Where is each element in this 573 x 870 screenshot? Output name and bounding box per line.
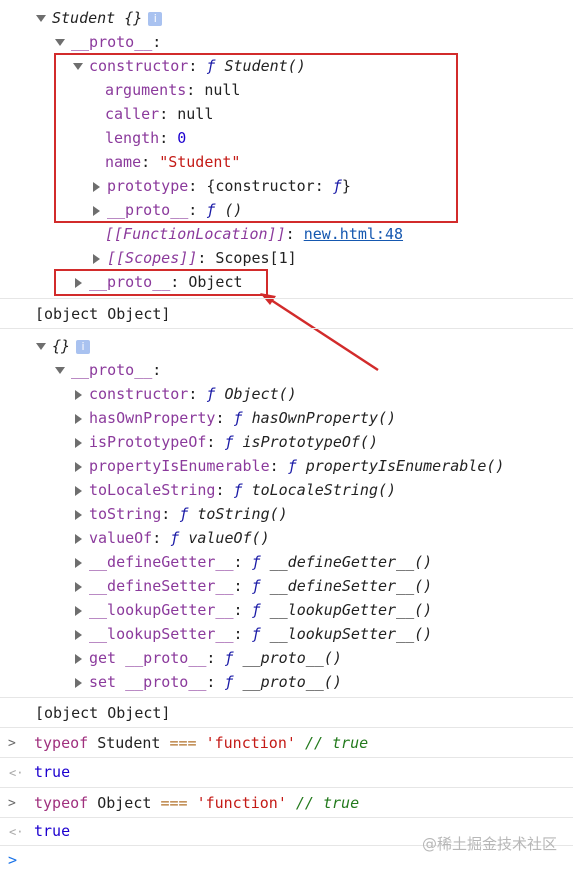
proto-member-row[interactable]: constructor: ƒ Object() bbox=[73, 382, 297, 406]
object-root-row[interactable]: {} i bbox=[36, 334, 91, 358]
expand-right-icon[interactable] bbox=[75, 413, 82, 424]
function-glyph: ƒ bbox=[251, 577, 261, 595]
member-value: hasOwnProperty() bbox=[251, 409, 397, 427]
member-key: get __proto__ bbox=[89, 649, 207, 667]
log-output-1: [object Object] bbox=[35, 305, 171, 323]
function-glyph: ƒ bbox=[251, 553, 261, 571]
expand-right-icon[interactable] bbox=[75, 461, 82, 472]
member-key: __defineSetter__ bbox=[89, 577, 234, 595]
proto-row-2[interactable]: __proto__: bbox=[55, 358, 161, 382]
function-glyph: ƒ bbox=[233, 481, 243, 499]
member-key: toLocaleString bbox=[89, 481, 216, 499]
member-key: constructor bbox=[89, 385, 189, 403]
proto-member-row[interactable]: __lookupSetter__: ƒ __lookupSetter__() bbox=[73, 622, 432, 646]
function-glyph: ƒ bbox=[206, 385, 216, 403]
proto-member-row[interactable]: __defineGetter__: ƒ __defineGetter__() bbox=[73, 550, 432, 574]
member-key: __lookupGetter__ bbox=[89, 601, 234, 619]
expand-right-icon[interactable] bbox=[75, 557, 82, 568]
prompt-chevron-icon: > bbox=[8, 796, 16, 811]
function-glyph: ƒ bbox=[224, 649, 234, 667]
proto-member-row[interactable]: hasOwnProperty: ƒ hasOwnProperty() bbox=[73, 406, 396, 430]
member-key: hasOwnProperty bbox=[89, 409, 216, 427]
member-key: set __proto__ bbox=[89, 673, 207, 691]
expand-right-icon[interactable] bbox=[75, 581, 82, 592]
command-1[interactable]: typeof Student === 'function' // true bbox=[34, 731, 368, 755]
proto-member-row[interactable]: __lookupGetter__: ƒ __lookupGetter__() bbox=[73, 598, 432, 622]
expand-right-icon[interactable] bbox=[75, 437, 82, 448]
proto-member-row[interactable]: get __proto__: ƒ __proto__() bbox=[73, 646, 342, 670]
proto-member-row[interactable]: isPrototypeOf: ƒ isPrototypeOf() bbox=[73, 430, 378, 454]
member-value: toString() bbox=[197, 505, 288, 523]
object-root-label: {} bbox=[52, 337, 71, 355]
expand-right-icon[interactable] bbox=[75, 629, 82, 640]
function-glyph: ƒ bbox=[287, 457, 297, 475]
function-glyph: ƒ bbox=[224, 673, 234, 691]
function-glyph: ƒ bbox=[170, 529, 180, 547]
expand-down-icon[interactable] bbox=[55, 367, 65, 374]
member-key: __defineGetter__ bbox=[89, 553, 234, 571]
expand-right-icon[interactable] bbox=[75, 389, 82, 400]
watermark: @稀土掘金技术社区 bbox=[421, 835, 557, 853]
proto-member-row[interactable]: propertyIsEnumerable: ƒ propertyIsEnumer… bbox=[73, 454, 504, 478]
expand-right-icon[interactable] bbox=[75, 653, 82, 664]
proto-member-row[interactable]: toString: ƒ toString() bbox=[73, 502, 288, 526]
function-glyph: ƒ bbox=[251, 601, 261, 619]
expand-down-icon[interactable] bbox=[36, 343, 46, 350]
member-value: __defineSetter__() bbox=[269, 577, 433, 595]
proto-member-row[interactable]: valueOf: ƒ valueOf() bbox=[73, 526, 270, 550]
member-value: __lookupGetter__() bbox=[269, 601, 433, 619]
member-value: isPrototypeOf() bbox=[242, 433, 378, 451]
info-badge-icon[interactable]: i bbox=[76, 339, 91, 354]
member-key: __lookupSetter__ bbox=[89, 625, 234, 643]
member-value: toLocaleString() bbox=[251, 481, 397, 499]
result-arrow-icon: <· bbox=[9, 766, 24, 780]
expand-right-icon[interactable] bbox=[75, 485, 82, 496]
prompt-chevron-icon: > bbox=[8, 736, 16, 751]
expand-right-icon[interactable] bbox=[75, 605, 82, 616]
input-prompt-icon[interactable]: > bbox=[8, 851, 17, 869]
member-value: __lookupSetter__() bbox=[269, 625, 433, 643]
member-value: __proto__() bbox=[242, 649, 342, 667]
member-key: toString bbox=[89, 505, 162, 523]
expand-right-icon[interactable] bbox=[75, 677, 82, 688]
member-value: __proto__() bbox=[242, 673, 342, 691]
expand-right-icon[interactable] bbox=[75, 509, 82, 520]
member-value: __defineGetter__() bbox=[269, 553, 433, 571]
result-1: true bbox=[34, 763, 71, 781]
member-value: Object() bbox=[224, 385, 297, 403]
log-output-2: [object Object] bbox=[35, 704, 171, 722]
result-2: true bbox=[34, 822, 71, 840]
proto-member-row[interactable]: set __proto__: ƒ __proto__() bbox=[73, 670, 342, 694]
member-key: propertyIsEnumerable bbox=[89, 457, 270, 475]
command-2[interactable]: typeof Object === 'function' // true bbox=[34, 791, 359, 815]
proto-key: __proto__ bbox=[71, 361, 153, 379]
expand-right-icon[interactable] bbox=[75, 533, 82, 544]
function-glyph: ƒ bbox=[251, 625, 261, 643]
function-glyph: ƒ bbox=[233, 409, 243, 427]
proto-member-row[interactable]: __defineSetter__: ƒ __defineSetter__() bbox=[73, 574, 432, 598]
member-key: valueOf bbox=[89, 529, 153, 547]
proto-member-row[interactable]: toLocaleString: ƒ toLocaleString() bbox=[73, 478, 396, 502]
member-value: propertyIsEnumerable() bbox=[305, 457, 505, 475]
function-glyph: ƒ bbox=[224, 433, 234, 451]
member-value: valueOf() bbox=[188, 529, 270, 547]
result-arrow-icon: <· bbox=[9, 825, 24, 839]
member-key: isPrototypeOf bbox=[89, 433, 207, 451]
function-glyph: ƒ bbox=[179, 505, 189, 523]
